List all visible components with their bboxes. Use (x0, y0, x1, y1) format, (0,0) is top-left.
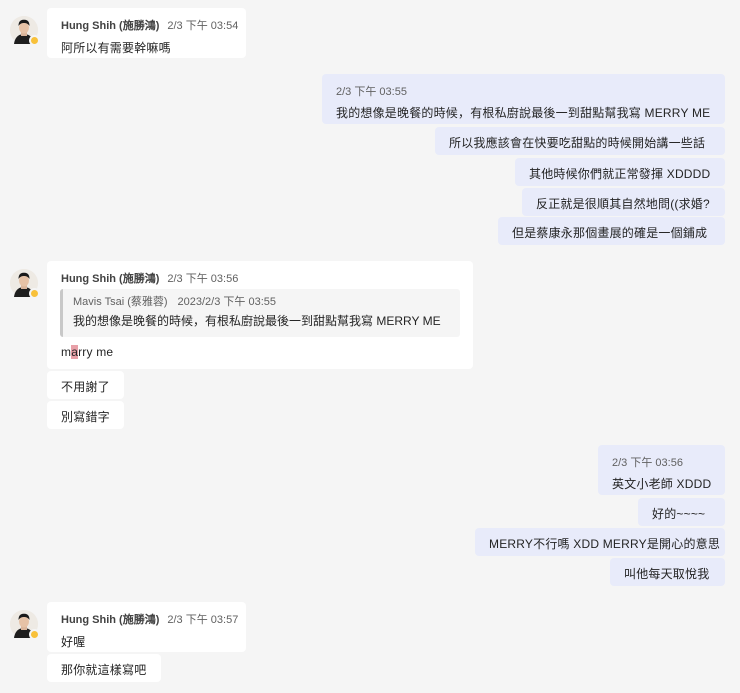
message-text: 不用謝了 (61, 380, 110, 394)
message-text: 好喔 (61, 635, 86, 649)
message-text: 但是蔡康永那個畫展的確是一個鋪成 (512, 226, 708, 240)
quote-author: Mavis Tsai (蔡雅蓉) (73, 296, 168, 308)
quoted-reply[interactable]: Mavis Tsai (蔡雅蓉) 2023/2/3 下午 03:55 我的想像是晚… (60, 289, 460, 337)
message-time: 2/3 下午 03:56 (612, 457, 683, 469)
message-text: 我的想像是晚餐的時候，有根私廚說最後一到甜點幫我寫 MERRY ME (336, 106, 711, 120)
message-text: 其他時候你們就正常發揮 XDDDD (529, 167, 711, 181)
outgoing-message[interactable]: 其他時候你們就正常發揮 XDDDD (515, 158, 725, 186)
incoming-message[interactable]: 那你就這樣寫吧 (47, 654, 161, 682)
avatar[interactable] (10, 610, 40, 640)
message-text: MERRY不行嗎 XDD MERRY是開心的意思 (489, 537, 721, 551)
reply-text-start: m (61, 345, 72, 359)
message-time: 2/3 下午 03:55 (336, 86, 407, 98)
avatar[interactable] (10, 16, 40, 46)
message-header: Hung Shih (施勝鴻) 2/3 下午 03:56 (61, 270, 459, 286)
outgoing-message[interactable]: 2/3 下午 03:56 英文小老師 XDDD (598, 445, 725, 495)
message-text: 英文小老師 XDDD (612, 477, 712, 491)
incoming-message[interactable]: Hung Shih (施勝鴻) 2/3 下午 03:56 Mavis Tsai (… (47, 261, 473, 369)
outgoing-message[interactable]: 但是蔡康永那個畫展的確是一個鋪成 (498, 217, 725, 245)
message-text: marry me (61, 345, 113, 359)
message-text: 別寫錯字 (61, 410, 110, 424)
message-header: Hung Shih (施勝鴻) 2/3 下午 03:57 (61, 611, 238, 627)
message-time: 2/3 下午 03:54 (167, 20, 239, 32)
quote-time: 2023/2/3 下午 03:55 (177, 296, 276, 308)
outgoing-message[interactable]: 反正就是很順其自然地問((求婚? (522, 188, 725, 216)
message-time: 2/3 下午 03:56 (167, 273, 239, 285)
incoming-message[interactable]: Hung Shih (施勝鴻) 2/3 下午 03:54 阿所以有需要幹嘛嗎 (47, 8, 246, 58)
message-text: 好的~~~~ (652, 507, 706, 521)
quote-text: 我的想像是晚餐的時候，有根私廚說最後一到甜點幫我寫 MERRY ME (73, 314, 441, 328)
reply-text-end: rry me (78, 345, 114, 359)
away-presence-icon (29, 288, 40, 299)
away-presence-icon (29, 629, 40, 640)
message-author: Hung Shih (施勝鴻) (61, 614, 160, 626)
incoming-message[interactable]: Hung Shih (施勝鴻) 2/3 下午 03:57 好喔 (47, 602, 246, 652)
outgoing-message[interactable]: 叫他每天取悅我 (610, 558, 725, 586)
message-text: 叫他每天取悅我 (624, 567, 710, 581)
message-text: 所以我應該會在快要吃甜點的時候開始講一些話 (449, 136, 706, 150)
message-author: Hung Shih (施勝鴻) (61, 20, 160, 32)
avatar[interactable] (10, 269, 40, 299)
incoming-message[interactable]: 不用謝了 (47, 371, 124, 399)
outgoing-message[interactable]: MERRY不行嗎 XDD MERRY是開心的意思 (475, 528, 725, 556)
outgoing-message[interactable]: 2/3 下午 03:55 我的想像是晚餐的時候，有根私廚說最後一到甜點幫我寫 M… (322, 74, 725, 124)
incoming-message[interactable]: 別寫錯字 (47, 401, 124, 429)
quote-header: Mavis Tsai (蔡雅蓉) 2023/2/3 下午 03:55 (73, 293, 450, 309)
message-text: 阿所以有需要幹嘛嗎 (61, 41, 171, 55)
message-header: Hung Shih (施勝鴻) 2/3 下午 03:54 (61, 17, 238, 33)
outgoing-message[interactable]: 所以我應該會在快要吃甜點的時候開始講一些話 (435, 127, 725, 155)
message-text: 反正就是很順其自然地問((求婚? (536, 197, 710, 211)
away-presence-icon (29, 35, 40, 46)
message-author: Hung Shih (施勝鴻) (61, 273, 160, 285)
message-time: 2/3 下午 03:57 (167, 614, 239, 626)
outgoing-message[interactable]: 好的~~~~ (638, 498, 725, 526)
message-text: 那你就這樣寫吧 (61, 663, 147, 677)
